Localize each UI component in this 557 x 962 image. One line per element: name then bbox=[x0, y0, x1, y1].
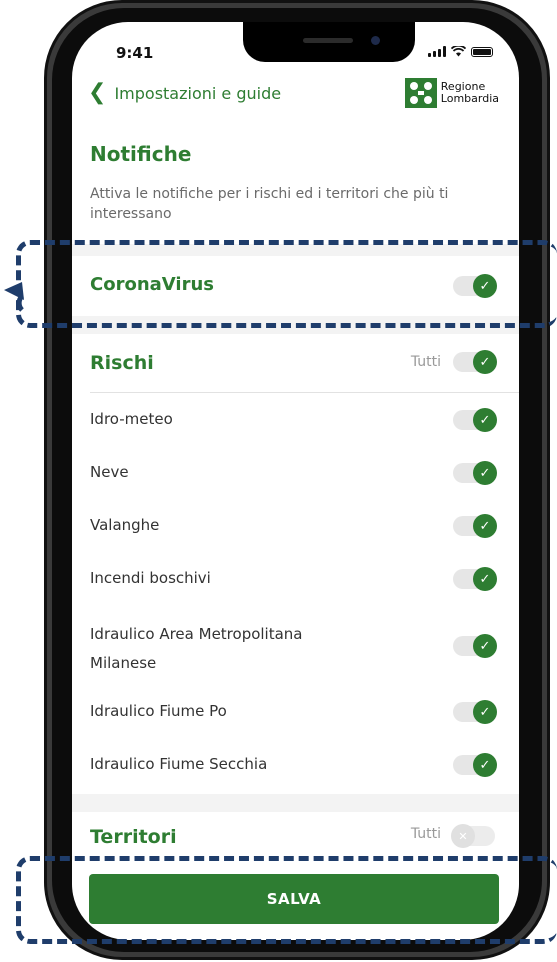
notch bbox=[243, 22, 415, 62]
page-description: Attiva le notifiche per i rischi ed i te… bbox=[90, 186, 449, 222]
check-icon: ✓ bbox=[473, 350, 497, 374]
check-icon: ✓ bbox=[473, 408, 497, 432]
rischi-all-label: Tutti bbox=[410, 354, 441, 370]
check-icon: ✓ bbox=[473, 514, 497, 538]
app-screen: 9:41 ❮ Impostazioni e guide Regione Lomb… bbox=[72, 22, 519, 940]
territori-all-label: Tutti bbox=[410, 826, 441, 842]
risk-toggle-valanghe[interactable]: ✓ bbox=[453, 514, 497, 538]
logo-text: Regione Lombardia bbox=[441, 81, 499, 105]
risk-label-incendi-boschivi: Incendi boschivi bbox=[90, 569, 211, 587]
rischi-all-toggle[interactable]: ✓ bbox=[453, 350, 497, 374]
check-icon: ✓ bbox=[473, 753, 497, 777]
risk-label-valanghe: Valanghe bbox=[90, 516, 160, 534]
back-label: Impostazioni e guide bbox=[114, 83, 282, 103]
highlight-save-box bbox=[16, 856, 557, 944]
header: ❮ Impostazioni e guide Regione Lombardia bbox=[72, 78, 519, 122]
close-icon: ✕ bbox=[451, 824, 475, 848]
risk-label-idraulico-secchia: Idraulico Fiume Secchia bbox=[90, 755, 268, 773]
risk-label-neve: Neve bbox=[90, 463, 129, 481]
risk-toggle-idraulico-milanese[interactable]: ✓ bbox=[453, 634, 497, 658]
signal-icon bbox=[428, 46, 446, 57]
check-icon: ✓ bbox=[473, 700, 497, 724]
risk-label-idraulico-milanese: Idraulico Area Metropolitana Milanese bbox=[90, 625, 303, 672]
page-title: Notifiche bbox=[90, 142, 192, 166]
regione-lombardia-logo: Regione Lombardia bbox=[404, 78, 499, 108]
risk-label-idro-meteo: Idro-meteo bbox=[90, 410, 173, 428]
risk-toggle-idraulico-secchia[interactable]: ✓ bbox=[453, 753, 497, 777]
divider bbox=[90, 392, 519, 393]
check-icon: ✓ bbox=[473, 634, 497, 658]
chevron-left-icon: ❮ bbox=[88, 80, 107, 105]
rischi-title: Rischi bbox=[90, 352, 154, 374]
camera bbox=[371, 36, 380, 45]
check-icon: ✓ bbox=[473, 567, 497, 591]
rischi-section: Rischi Tutti ✓ Idro-meteo ✓ Neve ✓ Valan… bbox=[72, 334, 519, 804]
battery-icon bbox=[471, 46, 493, 57]
check-icon: ✓ bbox=[473, 461, 497, 485]
speaker bbox=[303, 38, 353, 43]
territori-all-toggle[interactable]: ✕ bbox=[451, 824, 495, 848]
back-button[interactable]: ❮ Impostazioni e guide bbox=[88, 82, 281, 104]
arrow-icon bbox=[4, 282, 24, 312]
wifi-icon bbox=[451, 46, 466, 57]
risk-toggle-neve[interactable]: ✓ bbox=[453, 461, 497, 485]
highlight-coronavirus-box bbox=[16, 240, 557, 328]
status-time: 9:41 bbox=[116, 44, 154, 62]
risk-toggle-idro-meteo[interactable]: ✓ bbox=[453, 408, 497, 432]
risk-toggle-idraulico-po[interactable]: ✓ bbox=[453, 700, 497, 724]
rosa-camuna-icon bbox=[404, 78, 437, 108]
section-separator bbox=[72, 794, 519, 812]
status-icons bbox=[428, 46, 493, 57]
logo-line-2: Lombardia bbox=[440, 92, 499, 105]
risk-toggle-incendi-boschivi[interactable]: ✓ bbox=[453, 567, 497, 591]
risk-label-idraulico-po: Idraulico Fiume Po bbox=[90, 702, 227, 720]
territori-title: Territori bbox=[90, 826, 177, 848]
